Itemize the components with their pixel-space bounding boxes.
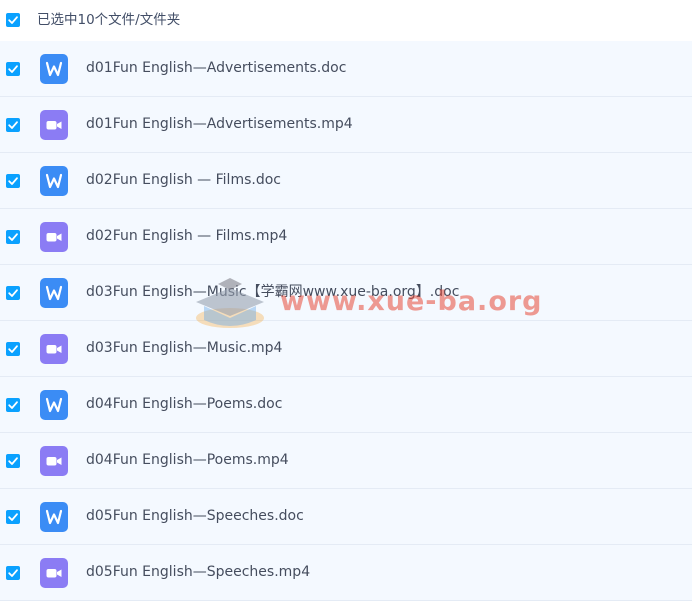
file-checkbox[interactable] (6, 342, 20, 356)
select-all-checkbox[interactable] (6, 13, 20, 27)
file-selection-panel: 已选中10个文件/文件夹 d01Fun English—Advertisemen… (0, 0, 692, 616)
video-file-icon (40, 334, 68, 364)
file-row[interactable]: d02Fun English — Films.doc (0, 153, 692, 209)
checkmark-icon (8, 401, 18, 409)
selection-count-label: 已选中10个文件/文件夹 (37, 12, 181, 28)
video-file-icon (40, 558, 68, 588)
file-checkbox[interactable] (6, 230, 20, 244)
file-name[interactable]: d02Fun English — Films.doc (86, 171, 281, 189)
checkmark-icon (8, 121, 18, 129)
file-checkbox[interactable] (6, 286, 20, 300)
checkmark-icon (8, 569, 18, 577)
word-doc-icon (40, 390, 68, 420)
file-row[interactable]: d05Fun English—Speeches.doc (0, 489, 692, 545)
file-row[interactable]: d01Fun English—Advertisements.doc (0, 41, 692, 97)
file-name[interactable]: d03Fun English—Music【学霸网www.xue-ba.org】.… (86, 283, 459, 301)
checkmark-icon (8, 345, 18, 353)
selection-header: 已选中10个文件/文件夹 (0, 0, 692, 41)
file-checkbox[interactable] (6, 566, 20, 580)
file-name[interactable]: d05Fun English—Speeches.doc (86, 507, 304, 525)
checkmark-icon (8, 457, 18, 465)
file-checkbox[interactable] (6, 398, 20, 412)
checkmark-icon (8, 513, 18, 521)
file-checkbox[interactable] (6, 62, 20, 76)
word-doc-icon (40, 54, 68, 84)
checkmark-icon (8, 177, 18, 185)
file-name[interactable]: d05Fun English—Speeches.mp4 (86, 563, 310, 581)
file-row[interactable]: d03Fun English—Music【学霸网www.xue-ba.org】.… (0, 265, 692, 321)
checkmark-icon (8, 65, 18, 73)
file-name[interactable]: d02Fun English — Films.mp4 (86, 227, 287, 245)
file-checkbox[interactable] (6, 510, 20, 524)
file-row[interactable]: d05Fun English—Speeches.mp4 (0, 545, 692, 601)
file-row[interactable]: d02Fun English — Films.mp4 (0, 209, 692, 265)
word-doc-icon (40, 502, 68, 532)
word-doc-icon (40, 166, 68, 196)
file-name[interactable]: d04Fun English—Poems.mp4 (86, 451, 289, 469)
file-name[interactable]: d04Fun English—Poems.doc (86, 395, 282, 413)
file-name[interactable]: d03Fun English—Music.mp4 (86, 339, 282, 357)
checkmark-icon (8, 16, 18, 24)
file-checkbox[interactable] (6, 174, 20, 188)
file-row[interactable]: d03Fun English—Music.mp4 (0, 321, 692, 377)
word-doc-icon (40, 278, 68, 308)
video-file-icon (40, 446, 68, 476)
file-checkbox[interactable] (6, 454, 20, 468)
checkmark-icon (8, 289, 18, 297)
file-row[interactable]: d04Fun English—Poems.doc (0, 377, 692, 433)
file-name[interactable]: d01Fun English—Advertisements.doc (86, 59, 346, 77)
checkmark-icon (8, 233, 18, 241)
video-file-icon (40, 222, 68, 252)
file-list: d01Fun English—Advertisements.doc d01Fun… (0, 41, 692, 601)
file-name[interactable]: d01Fun English—Advertisements.mp4 (86, 115, 353, 133)
file-row[interactable]: d01Fun English—Advertisements.mp4 (0, 97, 692, 153)
file-row[interactable]: d04Fun English—Poems.mp4 (0, 433, 692, 489)
video-file-icon (40, 110, 68, 140)
file-checkbox[interactable] (6, 118, 20, 132)
